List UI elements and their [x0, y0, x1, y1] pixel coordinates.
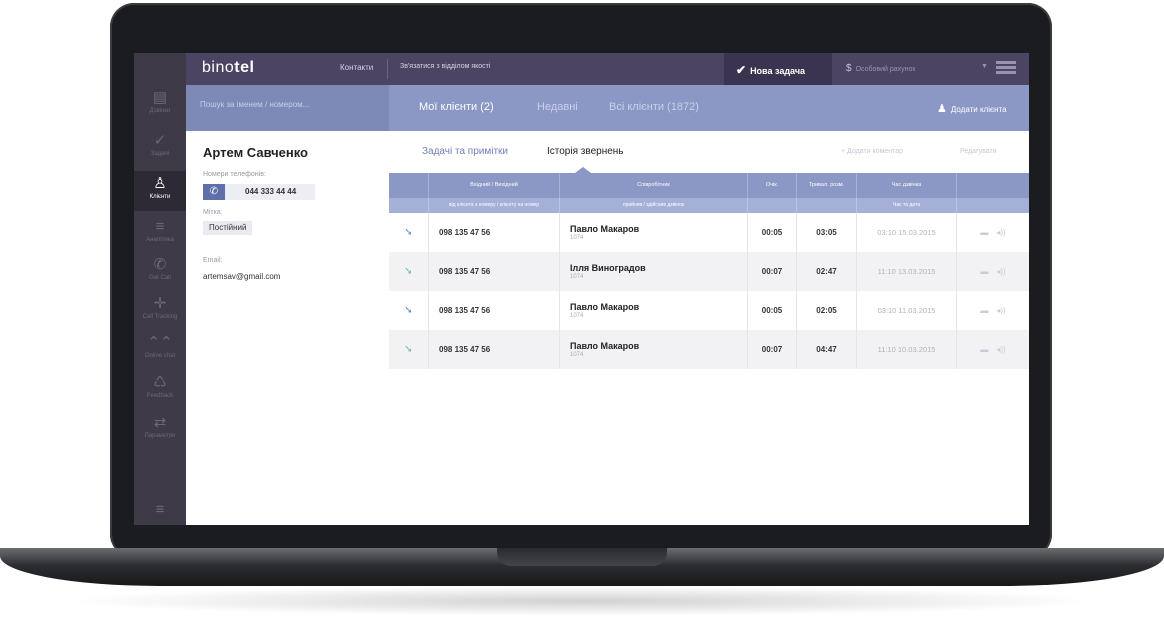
- tab-call-history[interactable]: Історія звернень: [547, 146, 624, 157]
- list-icon: ▤: [152, 89, 168, 106]
- header-duration: Тривал. розм.: [797, 173, 857, 198]
- add-client-button[interactable]: ♟ Додати клієнта: [937, 102, 1007, 115]
- client-name: Артем Савченко: [203, 145, 308, 160]
- incoming-call-icon: ➘: [389, 213, 429, 252]
- person-icon: ♟: [937, 103, 947, 115]
- search-input[interactable]: [198, 99, 378, 110]
- table-row[interactable]: ➘ 098 135 47 56 Ілля Виноградов 1074 00:0…: [389, 252, 1029, 291]
- account-link[interactable]: $ Особовий рахунок: [846, 63, 915, 74]
- divider: [387, 59, 388, 79]
- client-email[interactable]: artemsav@gmail.com: [203, 272, 280, 281]
- rail-item-call-tracking[interactable]: ✛ Call Tracking: [134, 291, 186, 331]
- crosshair-icon: ✛: [153, 295, 167, 312]
- user-icon: ♙: [153, 175, 167, 192]
- history-panel: Задачі та примітки Історія звернень + До…: [389, 131, 1029, 525]
- contacts-link[interactable]: Контакти: [340, 63, 373, 72]
- comment-icon[interactable]: ▬: [980, 345, 988, 354]
- subheader-employee: прийняв / здійснив дзвінок: [560, 198, 748, 213]
- play-audio-icon[interactable]: ◂)): [996, 306, 1005, 315]
- header-wait: Очік.: [748, 173, 797, 198]
- table-row[interactable]: ➘ 098 135 47 56 Павло Макаров 1074 00:05 …: [389, 213, 1029, 252]
- table-row[interactable]: ➘ 098 135 47 56 Павло Макаров 1074 00:07 …: [389, 330, 1029, 369]
- laptop-notch: [497, 548, 667, 566]
- comment-icon[interactable]: ▬: [980, 228, 988, 237]
- play-audio-icon[interactable]: ◂)): [996, 228, 1005, 237]
- tag-chip: Постійний: [203, 221, 253, 235]
- search-area: [186, 85, 389, 131]
- check-icon: ✔: [736, 63, 747, 77]
- icon-rail: ▤ Дзвінки ✓ Задачі ♙ Клієнти ≡ Аналітика ✆ Ge…: [134, 53, 186, 525]
- play-audio-icon[interactable]: ◂)): [996, 267, 1005, 276]
- sliders-icon: ⇄: [153, 414, 167, 431]
- incoming-call-icon: ➘: [389, 291, 429, 330]
- client-panel: Артем Савченко Номери телефонів: ✆ 044 3…: [186, 131, 389, 525]
- rail-menu-button[interactable]: ≡: [134, 497, 186, 521]
- rail-item-online-chat[interactable]: ⌃⌃ Online chat: [134, 330, 186, 370]
- header-call-time: Час дзвінка: [857, 173, 957, 198]
- phone-icon: ✆: [203, 184, 225, 200]
- comment-icon[interactable]: ▬: [980, 306, 988, 315]
- rail-item-getcall[interactable]: ✆ Get Call: [134, 252, 186, 292]
- play-audio-icon[interactable]: ◂)): [996, 345, 1005, 354]
- new-task-button[interactable]: ✔ Нова задача: [724, 53, 832, 85]
- phones-label: Номери телефонів:: [203, 171, 266, 178]
- header-employee: Співробітник: [560, 173, 748, 198]
- phone-chip[interactable]: ✆ 044 333 44 44: [203, 184, 315, 200]
- quality-dept-link[interactable]: Зв'язатися з відділом якості: [400, 63, 490, 70]
- menu-icon[interactable]: [996, 61, 1016, 77]
- rail-item-tasks[interactable]: ✓ Задачі: [134, 128, 186, 168]
- add-comment-button[interactable]: + Додати коментар: [841, 148, 903, 155]
- phone-icon: ✆: [153, 256, 167, 273]
- table-row[interactable]: ➘ 098 135 47 56 Павло Макаров 1074 00:05 …: [389, 291, 1029, 330]
- rail-item-clients[interactable]: ♙ Клієнти: [134, 171, 186, 211]
- comment-icon[interactable]: ▬: [980, 267, 988, 276]
- rail-item-settings[interactable]: ⇄ Параметри: [134, 410, 186, 450]
- laptop-shadow: [60, 586, 1104, 616]
- edit-button[interactable]: Редагувати: [960, 148, 997, 155]
- bars-icon: ≡: [155, 218, 165, 235]
- tab-my-clients[interactable]: Мої клієнти (2): [419, 101, 494, 113]
- dollar-icon: $: [846, 63, 852, 74]
- outgoing-call-icon: ➘: [389, 252, 429, 291]
- app-screen: ▤ Дзвінки ✓ Задачі ♙ Клієнти ≡ Аналітика ✆ Ge…: [134, 53, 1029, 525]
- clients-tabs-bar: Мої клієнти (2) Недавні Всі клієнти (187…: [389, 85, 1029, 131]
- rail-item-feedback[interactable]: ♺ Feedback: [134, 370, 186, 410]
- hamburger-icon: ≡: [155, 501, 165, 518]
- header-direction: Вхідний / Вихідний: [429, 173, 560, 198]
- subheader-direction: від клієнта з номеру / клієнту на номер: [429, 198, 560, 213]
- feedback-icon: ♺: [153, 374, 167, 391]
- tab-tasks-notes[interactable]: Задачі та примітки: [422, 146, 508, 157]
- rail-item-analytics[interactable]: ≡ Аналітика: [134, 214, 186, 254]
- tab-all-clients[interactable]: Всі клієнти (1872): [609, 101, 699, 113]
- table-header: Вхідний / Вихідний Співробітник Очік. Тр…: [389, 173, 1029, 213]
- tag-label: Мітка:: [203, 209, 223, 216]
- logo: binotel: [202, 59, 255, 76]
- rail-item-calls[interactable]: ▤ Дзвінки: [134, 85, 186, 125]
- chat-icon: ⌃⌃: [147, 334, 173, 351]
- chevron-down-icon[interactable]: ▼: [981, 63, 988, 70]
- outgoing-call-icon: ➘: [389, 330, 429, 369]
- subheader-datetime: Час та дата: [857, 198, 957, 213]
- tab-recent[interactable]: Недавні: [537, 101, 578, 113]
- email-label: Email:: [203, 257, 223, 264]
- top-bar: binotel Контакти Зв'язатися з відділом я…: [186, 53, 1029, 85]
- check-icon: ✓: [153, 132, 167, 149]
- phone-number: 044 333 44 44: [245, 187, 297, 196]
